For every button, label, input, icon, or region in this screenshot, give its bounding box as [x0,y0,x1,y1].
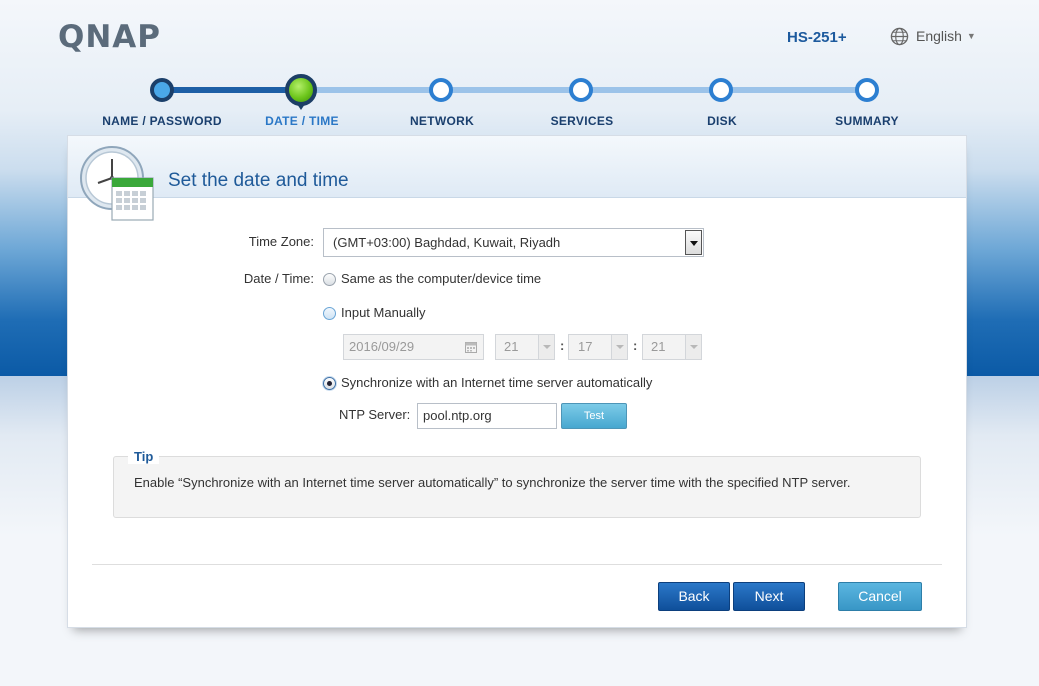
manual-hour-select[interactable]: 21 [495,334,555,360]
step-node-summary [855,78,879,102]
radio-same-as-device[interactable] [323,273,336,286]
step-node-date-time [285,74,317,110]
datetime-label: Date / Time: [243,271,314,286]
footer-divider [92,564,942,565]
clock-calendar-icon [80,146,154,221]
manual-hour-value: 21 [504,339,519,354]
step-label-network: NETWORK [409,114,475,128]
step-label-services: SERVICES [550,114,614,128]
radio-sync-time-server-label[interactable]: Synchronize with an Internet time server… [341,375,652,390]
step-node-disk [709,78,733,102]
wizard-panel: Set the date and time Time Zone: (GMT+03… [67,135,967,628]
stepper-progress-done [162,87,302,93]
radio-sync-time-server[interactable] [323,377,336,390]
radio-input-manually-label[interactable]: Input Manually [341,305,426,320]
setup-stepper: NAME / PASSWORD DATE / TIME NETWORK SERV… [0,0,1039,135]
manual-second-value: 21 [651,339,666,354]
minute-dropdown-arrow-icon[interactable] [611,335,627,359]
radio-input-manually[interactable] [323,307,336,320]
dropdown-arrow-icon[interactable] [685,230,702,255]
step-label-disk: DISK [707,114,737,128]
ntp-server-input[interactable]: pool.ntp.org [417,403,557,429]
manual-minute-select[interactable]: 17 [568,334,628,360]
manual-date-value: 2016/09/29 [349,339,415,354]
step-label-date-time: DATE / TIME [265,114,339,128]
timezone-value: (GMT+03:00) Baghdad, Kuwait, Riyadh [333,235,561,250]
manual-minute-value: 17 [578,339,593,354]
hour-dropdown-arrow-icon[interactable] [538,335,554,359]
time-separator: : [560,338,565,353]
step-node-services [569,78,593,102]
step-label-summary: SUMMARY [835,114,899,128]
tip-text: Enable “Synchronize with an Internet tim… [134,475,851,490]
step-node-network [429,78,453,102]
timezone-label: Time Zone: [248,234,314,249]
back-button[interactable]: Back [658,582,730,611]
step-label-name-password: NAME / PASSWORD [102,114,222,128]
calendar-icon[interactable] [465,341,477,353]
ntp-server-label: NTP Server: [339,407,411,422]
manual-date-input[interactable]: 2016/09/29 [343,334,484,360]
next-button[interactable]: Next [733,582,805,611]
page-title: Set the date and time [168,170,349,191]
manual-second-select[interactable]: 21 [642,334,702,360]
time-separator: : [633,338,638,353]
second-dropdown-arrow-icon[interactable] [685,335,701,359]
test-ntp-button[interactable]: Test [561,403,627,429]
step-node-name-password [150,78,174,102]
timezone-select[interactable]: (GMT+03:00) Baghdad, Kuwait, Riyadh [323,228,704,257]
tip-title: Tip [128,449,160,464]
cancel-button[interactable]: Cancel [838,582,922,611]
radio-same-as-device-label[interactable]: Same as the computer/device time [341,271,541,286]
